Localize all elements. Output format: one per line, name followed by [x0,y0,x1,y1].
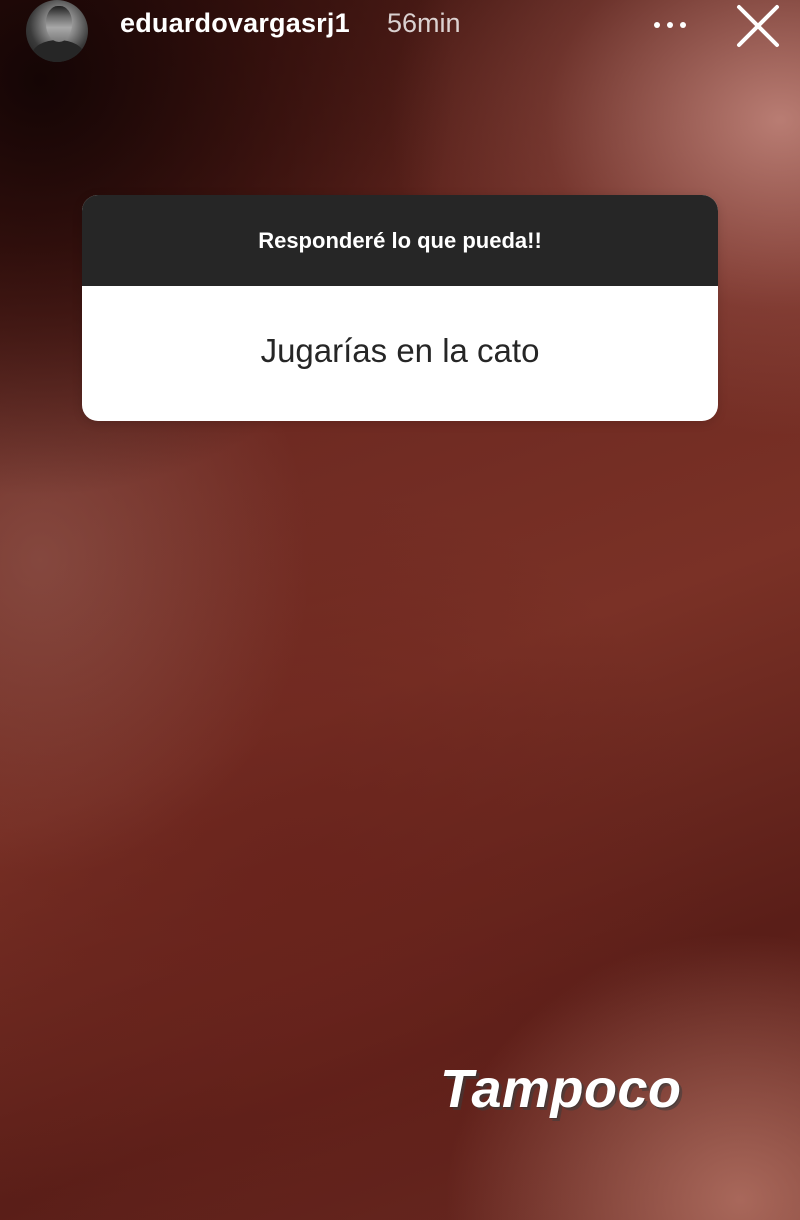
ellipsis-dot [680,22,686,28]
avatar-face [46,6,72,42]
username[interactable]: eduardovargasrj1 [120,8,350,39]
question-sticker[interactable]: Responderé lo que pueda!! Jugarías en la… [82,195,718,421]
story-header: eduardovargasrj1 56min [0,0,800,62]
question-body: Jugarías en la cato [82,286,718,421]
question-prompt-bar: Responderé lo que pueda!! [82,195,718,286]
close-icon[interactable] [734,2,782,50]
story-view: eduardovargasrj1 56min Responderé lo que… [0,0,800,1220]
ellipsis-dot [667,22,673,28]
question-prompt: Responderé lo que pueda!! [258,227,542,253]
time-ago: 56min [387,8,461,38]
avatar[interactable] [26,0,88,62]
ellipsis-dot [654,22,660,28]
answer-text: Tampoco [440,1059,682,1119]
avatar-shoulders [32,40,84,62]
question-text: Jugarías en la cato [260,331,540,369]
ellipsis-icon[interactable] [648,6,692,42]
